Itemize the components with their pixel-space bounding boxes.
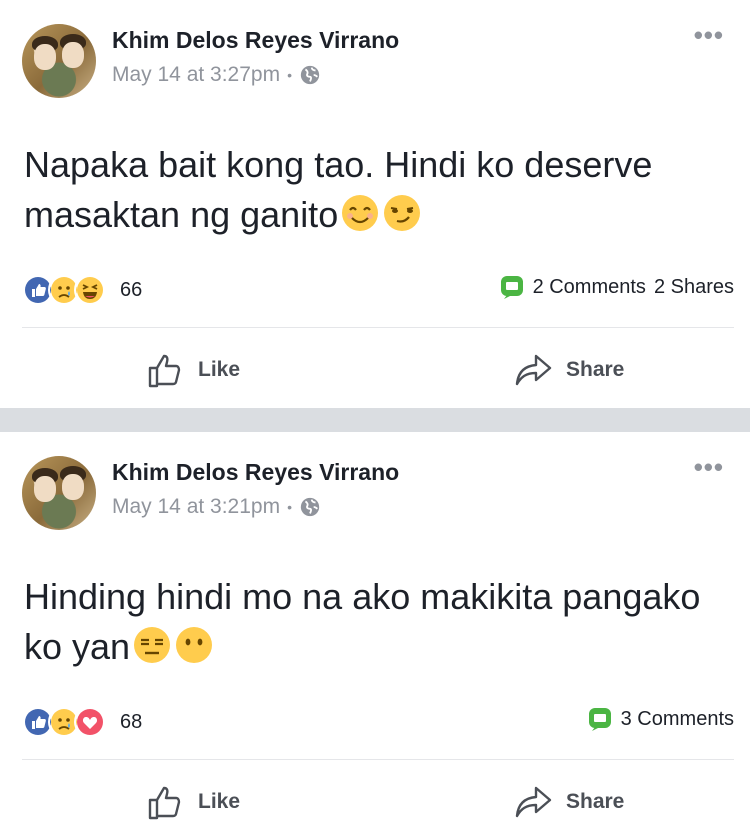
reaction-summary[interactable]: 66 — [22, 274, 142, 306]
thumbs-up-icon — [148, 354, 181, 388]
like-button[interactable]: Like — [146, 782, 240, 822]
post-meta: May 14 at 3:27pm • — [112, 63, 321, 87]
thumbs-up-icon — [148, 786, 181, 820]
shares-count[interactable]: 2 Shares — [654, 276, 734, 299]
divider — [22, 759, 734, 760]
separator-dot: • — [287, 67, 292, 83]
post-stats: 3 Comments — [587, 706, 734, 732]
post-separator — [0, 408, 750, 432]
reaction-count: 68 — [120, 710, 143, 733]
divider — [22, 327, 734, 328]
post-text-content: Napaka bait kong tao. Hindi ko deserve m… — [24, 144, 653, 235]
share-label: Share — [566, 358, 625, 381]
like-label: Like — [198, 358, 241, 381]
comment-bubble-icon — [500, 276, 523, 299]
timestamp[interactable]: May 14 at 3:27pm — [112, 63, 280, 87]
face-without-mouth-icon — [176, 627, 213, 663]
post-text: Hinding hindi mo na ako makikita pangako… — [24, 572, 724, 672]
post-card: Khim Delos Reyes Virrano May 14 at 3:27p… — [0, 0, 750, 408]
post-text-content: Hinding hindi mo na ako makikita pangako… — [24, 576, 701, 667]
expressionless-face-icon — [134, 627, 171, 663]
love-reaction-icon — [74, 706, 106, 738]
post-card: Khim Delos Reyes Virrano May 14 at 3:21p… — [0, 432, 750, 835]
post-stats: 2 Comments 2 Shares — [499, 274, 734, 300]
reaction-summary[interactable]: 68 — [22, 706, 142, 738]
avatar[interactable] — [22, 456, 96, 530]
timestamp[interactable]: May 14 at 3:21pm — [112, 495, 280, 519]
like-button[interactable]: Like — [146, 350, 240, 390]
author-name[interactable]: Khim Delos Reyes Virrano — [112, 27, 399, 54]
post-text: Napaka bait kong tao. Hindi ko deserve m… — [24, 140, 724, 240]
globe-icon — [300, 497, 320, 517]
share-arrow-icon — [515, 786, 552, 818]
comments-count[interactable]: 3 Comments — [621, 708, 734, 731]
more-options-icon[interactable]: ••• — [694, 22, 724, 48]
share-button[interactable]: Share — [514, 782, 624, 822]
share-arrow-icon — [515, 354, 552, 386]
reaction-count: 66 — [120, 278, 143, 301]
separator-dot: • — [287, 499, 292, 515]
author-name[interactable]: Khim Delos Reyes Virrano — [112, 459, 399, 486]
like-label: Like — [198, 790, 241, 813]
comments-count[interactable]: 2 Comments — [533, 276, 646, 299]
share-button[interactable]: Share — [514, 350, 624, 390]
smiling-face-icon — [342, 195, 379, 231]
post-meta: May 14 at 3:21pm • — [112, 495, 321, 519]
haha-reaction-icon — [74, 274, 106, 306]
avatar[interactable] — [22, 24, 96, 98]
share-label: Share — [566, 790, 625, 813]
comment-bubble-icon — [588, 708, 611, 731]
globe-icon — [300, 65, 320, 85]
smirking-face-icon — [384, 195, 421, 231]
more-options-icon[interactable]: ••• — [694, 454, 724, 480]
